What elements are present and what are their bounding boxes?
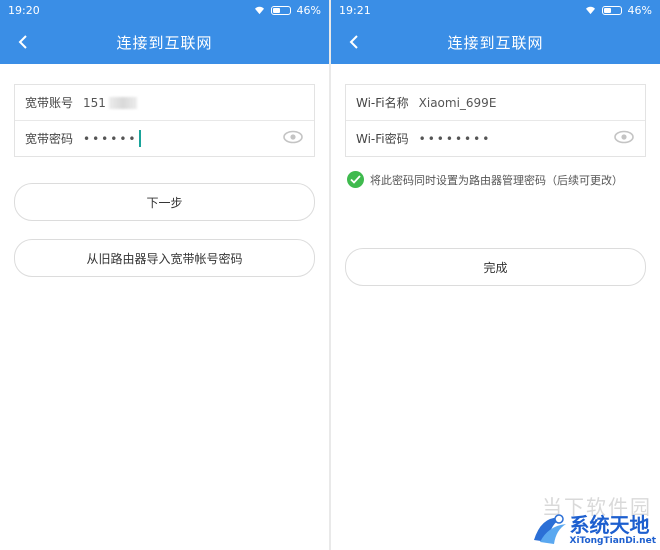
status-bar: 19:21 46% [331,0,660,20]
page-title: 连接到互联网 [447,33,544,52]
broadband-form: 宽带账号 151 宽带密码 •••••• [14,84,315,157]
field-label: Wi-Fi密码 [356,132,409,146]
field-label: Wi-Fi名称 [356,96,409,110]
broadband-account-field[interactable]: 宽带账号 151 [15,85,314,120]
watermark-logo-icon [533,514,566,544]
admin-password-option[interactable]: 将此密码同时设置为路由器管理密码（后续可更改） [347,171,644,188]
field-label: 宽带账号 [25,96,74,110]
text-cursor [139,130,142,147]
checkmark-icon[interactable] [347,171,364,188]
status-bar: 19:20 46% [0,0,329,20]
right-screen: 19:21 46% 连接到互联网 Wi-Fi名称 Xiaomi_699E Wi-… [331,0,660,550]
back-arrow-icon[interactable] [14,32,34,52]
done-button[interactable]: 完成 [345,248,646,286]
wifi-password-field[interactable]: Wi-Fi密码 •••••••• [346,120,645,156]
next-button[interactable]: 下一步 [14,183,315,221]
broadband-account-value: 151 [83,95,106,110]
import-account-button[interactable]: 从旧路由器导入宽带帐号密码 [14,239,315,277]
battery-percent: 46% [627,3,652,17]
eye-icon[interactable] [283,130,303,144]
eye-icon[interactable] [614,130,634,144]
blurred-text [108,96,137,109]
watermark-title: 系统天地 [569,513,650,537]
wifi-form: Wi-Fi名称 Xiaomi_699E Wi-Fi密码 •••••••• [345,84,646,157]
wifi-name-field[interactable]: Wi-Fi名称 Xiaomi_699E [346,85,645,120]
app-bar: 连接到互联网 [331,20,660,64]
battery-icon [601,5,622,15]
wifi-name-value: Xiaomi_699E [418,95,497,110]
watermark-url: XiTongTianDi.net [569,536,657,546]
back-arrow-icon[interactable] [345,32,365,52]
page-title: 连接到互联网 [116,33,213,52]
left-screen: 19:20 46% 连接到互联网 宽带账号 151 宽带密码 •••••• 下一… [0,0,329,550]
status-time: 19:20 [8,3,40,17]
watermark: 系统天地 XiTongTianDi.net [530,512,657,546]
wifi-icon [585,6,595,14]
app-bar: 连接到互联网 [0,20,329,64]
wifi-password-value: •••••••• [418,131,492,146]
broadband-password-field[interactable]: 宽带密码 •••••• [15,120,314,156]
battery-percent: 46% [296,3,321,17]
admin-password-label: 将此密码同时设置为路由器管理密码（后续可更改） [370,173,623,187]
status-time: 19:21 [339,3,371,17]
field-label: 宽带密码 [25,132,74,146]
battery-icon [270,5,291,15]
broadband-password-value: •••••• [83,131,138,146]
wifi-icon [254,6,264,14]
